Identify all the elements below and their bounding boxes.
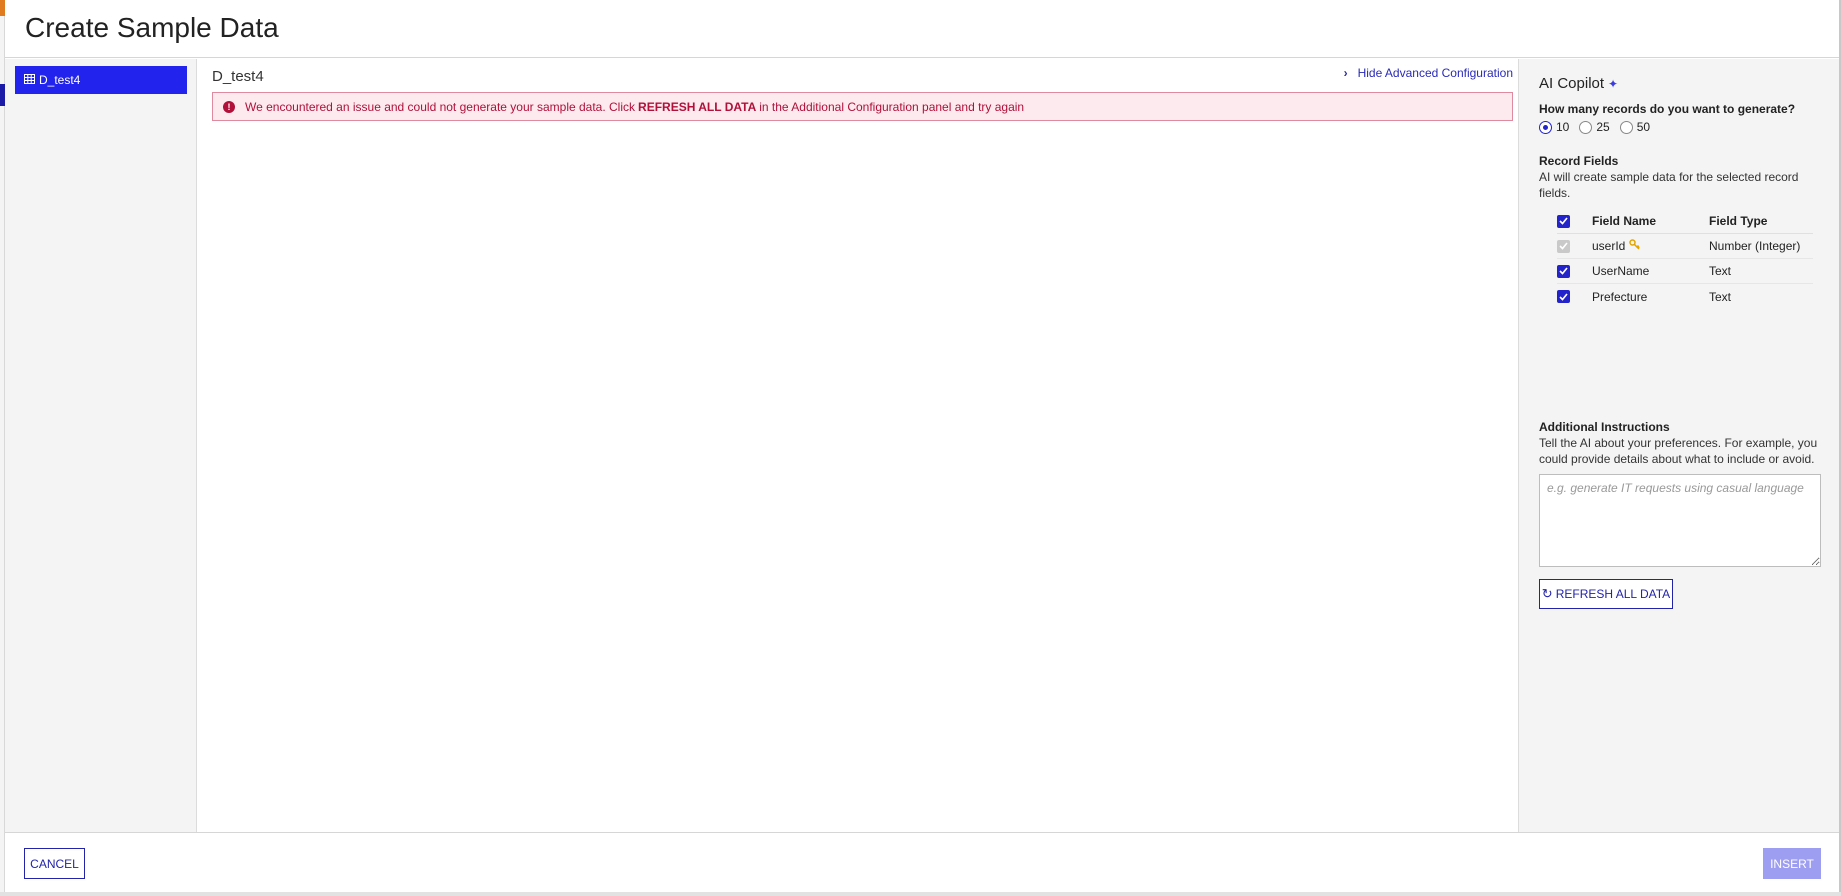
record-fields-title: Record Fields: [1539, 154, 1619, 168]
radio-label: 25: [1596, 120, 1610, 134]
primary-key-icon: [1629, 239, 1641, 253]
radio-button[interactable]: [1619, 120, 1633, 134]
field-type-cell: Number (Integer): [1709, 239, 1801, 253]
select-all-checkbox[interactable]: [1557, 214, 1570, 228]
additional-instructions-title: Additional Instructions: [1539, 420, 1670, 434]
hide-advanced-configuration-label: Hide Advanced Configuration: [1357, 66, 1513, 80]
ai-copilot-panel: AI Copilot ✦ How many records do you wan…: [1518, 59, 1839, 832]
field-name: userId: [1592, 239, 1626, 253]
additional-instructions-input[interactable]: [1539, 474, 1821, 567]
radio-button[interactable]: [1579, 120, 1593, 134]
chevron-right-icon: ›: [1343, 66, 1348, 80]
error-message-prefix: We encountered an issue and could not ge…: [245, 99, 636, 114]
table-header-row: Field Name Field Type: [1557, 209, 1813, 234]
error-message-emphasis: REFRESH ALL DATA: [638, 99, 757, 114]
hide-advanced-configuration-link[interactable]: › Hide Advanced Configuration: [1344, 66, 1513, 80]
main-panel: D_test4 › Hide Advanced Configuration ! …: [198, 59, 1522, 832]
table-icon: [24, 73, 39, 87]
field-name-cell: userId: [1592, 239, 1709, 253]
record-type-title: D_test4: [212, 68, 264, 85]
ai-copilot-title: AI Copilot ✦: [1539, 75, 1618, 92]
radio-label: 50: [1636, 120, 1651, 134]
radio-label: 10: [1556, 120, 1570, 134]
column-header-field-type: Field Type: [1709, 214, 1768, 228]
refresh-all-data-button[interactable]: ↻ REFRESH ALL DATA: [1539, 579, 1673, 609]
radio-records-50[interactable]: 50: [1619, 120, 1651, 134]
column-header-field-name: Field Name: [1592, 214, 1657, 228]
field-name-cell: Prefecture: [1592, 289, 1648, 304]
ai-copilot-title-text: AI Copilot: [1539, 75, 1605, 92]
create-sample-data-dialog: Create Sample Data D_test4 D_test4 › Hid…: [5, 0, 1841, 892]
sparkle-icon: ✦: [1608, 76, 1619, 91]
table-row: UserName Text: [1557, 259, 1813, 284]
field-checkbox[interactable]: [1557, 290, 1570, 303]
table-row: userId Number (Integer): [1557, 234, 1813, 259]
field-type-cell: Text: [1709, 289, 1732, 304]
refresh-icon: ↻: [1541, 586, 1553, 601]
field-type-cell: Text: [1709, 264, 1732, 278]
dialog-header: Create Sample Data: [5, 0, 1839, 58]
sidebar-item-label: D_test4: [39, 73, 81, 87]
error-icon: !: [223, 100, 235, 113]
sidebar-item-d-test4[interactable]: D_test4: [15, 66, 187, 94]
records-count-question: How many records do you want to generate…: [1539, 102, 1796, 116]
records-count-radio-group: 10 25 50: [1539, 120, 1660, 134]
dialog-footer: CANCEL INSERT: [5, 832, 1839, 892]
table-row: Prefecture Text: [1557, 284, 1813, 309]
radio-button[interactable]: [1539, 120, 1552, 134]
field-checkbox[interactable]: [1557, 264, 1570, 278]
radio-records-25[interactable]: 25: [1579, 120, 1610, 134]
field-checkbox-disabled: [1557, 239, 1570, 253]
error-banner: ! We encountered an issue and could not …: [212, 92, 1513, 121]
record-fields-description: AI will create sample data for the selec…: [1539, 170, 1799, 200]
background-edge: [0, 892, 1841, 896]
radio-records-10[interactable]: 10: [1539, 120, 1569, 134]
cancel-button[interactable]: CANCEL: [24, 848, 85, 879]
dialog-title: Create Sample Data: [25, 12, 279, 43]
record-type-sidebar: D_test4: [5, 59, 197, 832]
error-message-suffix: in the Additional Configuration panel an…: [759, 99, 1025, 114]
record-fields-table: Field Name Field Type userId Number (Int…: [1557, 209, 1813, 309]
additional-instructions-description: Tell the AI about your preferences. For …: [1539, 436, 1818, 466]
field-name-cell: UserName: [1592, 264, 1650, 278]
refresh-all-data-label: REFRESH ALL DATA: [1555, 587, 1671, 601]
insert-button[interactable]: INSERT: [1763, 848, 1821, 879]
